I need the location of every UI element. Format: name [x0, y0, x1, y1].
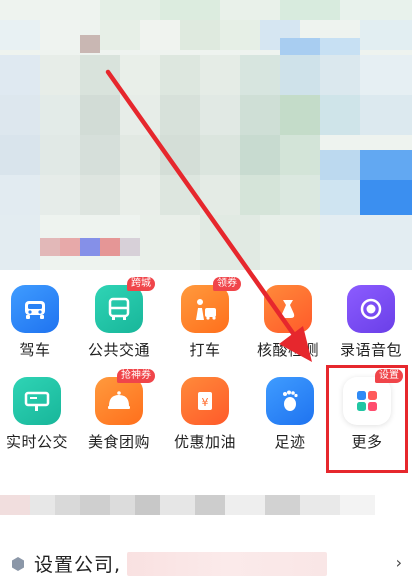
service-covid-test[interactable]: 核酸检测	[247, 285, 329, 360]
service-label: 打车	[189, 341, 221, 359]
svg-text:¥: ¥	[202, 396, 209, 409]
set-company-label: 设置公司,	[34, 554, 122, 576]
map-view[interactable]	[0, 0, 412, 270]
taxi-person-icon: 领券	[181, 277, 241, 333]
bus-stop-icon	[13, 377, 61, 425]
food-cover-icon: 抢神券	[95, 369, 155, 425]
bus-icon: 跨城	[95, 277, 155, 333]
redacted-address	[127, 551, 328, 576]
record-icon	[347, 285, 395, 333]
badge: 跨城	[127, 277, 155, 291]
service-fuel[interactable]: ¥ 优惠加油	[164, 377, 246, 452]
service-label: 录语音包	[339, 341, 402, 359]
badge: 抢神券	[117, 369, 155, 383]
service-voice[interactable]: 录语音包	[330, 285, 412, 360]
pixel-strip	[0, 495, 412, 517]
service-footprint[interactable]: 足迹	[249, 377, 331, 452]
service-label: 公共交通	[87, 341, 150, 359]
service-driving[interactable]: 驾车	[0, 285, 76, 360]
service-label: 足迹	[274, 433, 306, 451]
service-realtime-bus[interactable]: 实时公交	[0, 377, 78, 452]
hexagon-icon	[12, 556, 24, 571]
service-transit[interactable]: 跨城 公共交通	[78, 277, 160, 360]
service-label: 核酸检测	[256, 341, 319, 359]
service-label: 驾车	[19, 341, 51, 359]
service-label: 实时公交	[5, 433, 68, 451]
car-icon	[11, 285, 59, 333]
service-label: 优惠加油	[173, 433, 236, 451]
set-company-row[interactable]: 设置公司, ›	[0, 548, 412, 579]
service-food[interactable]: 抢神券 美食团购	[78, 369, 160, 452]
chevron-right-icon[interactable]: ›	[396, 553, 402, 572]
fuel-yen-icon: ¥	[181, 377, 229, 425]
service-taxi[interactable]: 领券 打车	[164, 277, 246, 360]
footprint-icon	[266, 377, 314, 425]
test-tube-icon	[264, 285, 312, 333]
badge: 领券	[213, 277, 241, 291]
highlight-box	[326, 365, 408, 473]
service-label: 美食团购	[87, 433, 150, 451]
